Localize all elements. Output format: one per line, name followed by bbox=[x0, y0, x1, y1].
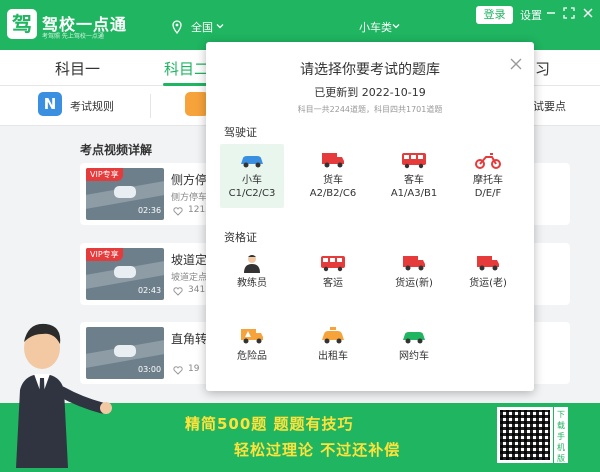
option-label: 货运(新) bbox=[395, 278, 433, 289]
download-qr-code bbox=[497, 407, 553, 463]
video-duration: 03:00 bbox=[138, 365, 162, 374]
app-logo: 驾 bbox=[7, 9, 37, 39]
option-label: 客运 bbox=[323, 278, 343, 289]
section-title: 考点视频详解 bbox=[80, 143, 153, 157]
group-title-license: 驾驶证 bbox=[224, 126, 257, 139]
heart-icon[interactable] bbox=[173, 366, 183, 375]
location-pin-icon[interactable] bbox=[171, 20, 183, 34]
option-taxi[interactable]: 出租车 bbox=[301, 320, 365, 384]
video-duration: 02:43 bbox=[138, 286, 162, 295]
close-icon[interactable] bbox=[582, 7, 594, 19]
minimize-icon[interactable] bbox=[545, 7, 557, 19]
group-title-certificate: 资格证 bbox=[224, 231, 257, 244]
video-subtitle: 侧方停车 bbox=[171, 193, 208, 203]
motorcycle-icon bbox=[475, 153, 501, 169]
car-icon bbox=[403, 332, 425, 344]
like-count: 19 bbox=[188, 364, 200, 374]
hazmat-truck-icon bbox=[241, 329, 263, 344]
chevron-down-icon[interactable] bbox=[216, 22, 224, 30]
like-count: 341 bbox=[188, 285, 206, 295]
car-image bbox=[114, 186, 136, 198]
truck-icon bbox=[477, 256, 499, 271]
rules-book-icon[interactable]: N bbox=[38, 92, 62, 116]
key-points-link[interactable]: 试要点 bbox=[533, 98, 566, 114]
banner-headline: 精简500题 题题有技巧 bbox=[185, 415, 354, 433]
question-bank-dialog: 请选择你要考试的题库 已更新到 2022-10-19 科目一共2244道题，科目… bbox=[206, 42, 534, 391]
location-selector[interactable]: 全国 bbox=[191, 19, 213, 35]
chevron-down-icon[interactable] bbox=[392, 22, 400, 30]
vip-badge: VIP专享 bbox=[86, 248, 123, 261]
exam-rules-link[interactable]: 考试规则 bbox=[70, 98, 114, 114]
option-sub: C1/C2/C3 bbox=[228, 188, 276, 199]
option-sub: A1/A3/B1 bbox=[390, 188, 438, 199]
option-label: 教练员 bbox=[237, 278, 267, 289]
option-bus[interactable]: 客车 A1/A3/B1 bbox=[382, 144, 446, 208]
car-icon bbox=[241, 156, 263, 168]
bus-icon bbox=[402, 153, 426, 169]
option-label: 客车 bbox=[404, 175, 424, 186]
video-subtitle: 坡道定点 bbox=[171, 273, 208, 283]
dialog-title: 请选择你要考试的题库 bbox=[300, 62, 440, 78]
option-label: 出租车 bbox=[318, 351, 348, 362]
option-coach[interactable]: 教练员 bbox=[220, 247, 284, 311]
truck-icon bbox=[403, 256, 425, 271]
option-label: 货车 bbox=[323, 175, 343, 186]
bus-icon bbox=[321, 256, 345, 272]
truck-icon bbox=[322, 153, 344, 168]
option-label: 小车 bbox=[242, 175, 262, 186]
option-label: 危险品 bbox=[237, 351, 267, 362]
option-truck[interactable]: 货车 A2/B2/C6 bbox=[301, 144, 365, 208]
download-app-tag: 下载手机版 bbox=[554, 407, 568, 463]
option-freight-new[interactable]: 货运(新) bbox=[382, 247, 446, 311]
option-ride-hailing[interactable]: 网约车 bbox=[382, 320, 446, 384]
settings-link[interactable]: 设置 bbox=[520, 7, 542, 23]
option-hazardous[interactable]: 危险品 bbox=[220, 320, 284, 384]
toolbar-divider bbox=[150, 94, 151, 118]
video-duration: 02:36 bbox=[138, 206, 162, 215]
vip-badge: VIP专享 bbox=[86, 168, 123, 181]
option-passenger-transport[interactable]: 客运 bbox=[301, 247, 365, 311]
banner-subline: 轻松过理论 不过还补偿 bbox=[234, 441, 401, 459]
tab-subject-one[interactable]: 科目一 bbox=[55, 58, 100, 79]
heart-icon[interactable] bbox=[173, 287, 183, 296]
option-label: 货运(老) bbox=[469, 278, 507, 289]
mascot-man-illustration bbox=[16, 323, 112, 468]
option-motorcycle[interactable]: 摩托车 D/E/F bbox=[456, 144, 520, 208]
car-image bbox=[114, 345, 136, 357]
tab-practice[interactable]: 习 bbox=[535, 58, 550, 79]
update-date: 已更新到 2022-10-19 bbox=[314, 86, 426, 99]
option-sub: D/E/F bbox=[474, 188, 502, 199]
option-sub: A2/B2/C6 bbox=[309, 188, 357, 199]
option-label: 网约车 bbox=[399, 351, 429, 362]
login-button[interactable]: 登录 bbox=[476, 6, 513, 24]
tab-subject-two[interactable]: 科目二 bbox=[164, 58, 209, 79]
car-type-selector[interactable]: 小车类 bbox=[359, 19, 392, 35]
app-slogan: 考驾照 先上驾校一点通 bbox=[42, 33, 104, 40]
fullscreen-icon[interactable] bbox=[563, 7, 575, 19]
option-freight-old[interactable]: 货运(老) bbox=[456, 247, 520, 311]
car-image bbox=[114, 266, 136, 278]
taxi-icon bbox=[322, 327, 344, 344]
heart-icon[interactable] bbox=[173, 207, 183, 216]
option-small-car[interactable]: 小车 C1/C2/C3 bbox=[220, 144, 284, 208]
person-icon bbox=[244, 255, 260, 273]
question-counts: 科目一共2244道题，科目四共1701道题 bbox=[297, 105, 443, 114]
option-label: 摩托车 bbox=[473, 175, 503, 186]
close-icon[interactable] bbox=[510, 58, 522, 70]
